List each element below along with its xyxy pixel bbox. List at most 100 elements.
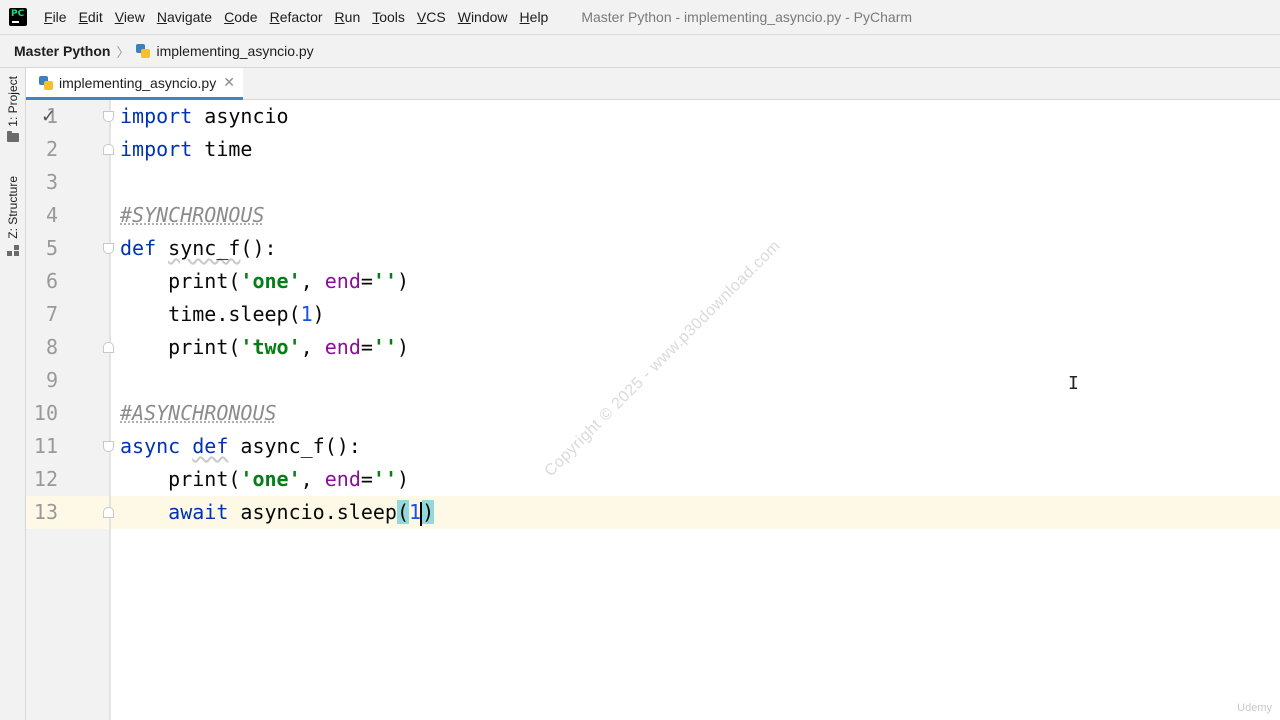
tab-implementing-asyncio[interactable]: implementing_asyncio.py ✕ — [26, 68, 243, 100]
code-token: 'two' — [240, 335, 301, 359]
menu-file[interactable]: File — [39, 9, 72, 25]
menu-vcs[interactable]: VCS — [412, 9, 451, 25]
line-number: 7 — [45, 302, 58, 326]
line-number: 10 — [33, 401, 58, 425]
code-token: ) — [422, 500, 435, 524]
code-line[interactable]: def sync_f(): — [120, 232, 277, 265]
code-token: '' — [372, 335, 397, 359]
code-token: = — [360, 269, 373, 293]
line-number: 8 — [45, 335, 58, 359]
fold-marker[interactable] — [103, 144, 114, 155]
fold-marker[interactable] — [103, 342, 114, 353]
code-line[interactable]: async def async_f(): — [120, 430, 361, 463]
check-icon: ✓ — [41, 106, 57, 127]
fold-marker[interactable] — [103, 243, 114, 254]
code-token: await — [168, 500, 229, 524]
code-token: #ASYNCHRONOUS — [120, 401, 277, 425]
pycharm-logo-icon: PC — [9, 8, 27, 26]
code-token: import — [120, 137, 193, 161]
line-number: 13 — [33, 500, 58, 524]
code-token: async_f(): — [228, 434, 361, 458]
project-tool-button[interactable]: 1: Project — [2, 76, 23, 142]
code-token: , — [300, 269, 325, 293]
editor-tab-bar: implementing_asyncio.py ✕ — [26, 68, 1280, 100]
code-token: #SYNCHRONOUS — [120, 203, 265, 227]
code-line[interactable]: print('one', end='') — [120, 265, 409, 298]
fold-marker[interactable] — [103, 441, 114, 452]
code-token: time — [192, 137, 253, 161]
structure-tool-label: Z: Structure — [5, 176, 20, 239]
left-tool-strip: 1: Project Z: Structure — [0, 68, 26, 720]
line-number: 2 — [45, 137, 58, 161]
menu-window[interactable]: Window — [453, 9, 513, 25]
window-title: Master Python - implementing_asyncio.py … — [581, 9, 913, 25]
code-line[interactable]: await asyncio.sleep(1) — [120, 496, 435, 529]
breadcrumb-project[interactable]: Master Python — [14, 43, 110, 59]
code-token: end — [324, 467, 361, 491]
code-token: 'one' — [240, 467, 301, 491]
code-token: '' — [372, 467, 397, 491]
structure-tool-button[interactable]: Z: Structure — [2, 176, 23, 257]
menu-code[interactable]: Code — [219, 9, 262, 25]
code-token: import — [120, 104, 193, 128]
code-line[interactable]: print('two', end='') — [120, 331, 409, 364]
line-number: 3 — [45, 170, 58, 194]
code-token: asyncio.sleep — [228, 500, 397, 524]
code-token: end — [324, 335, 361, 359]
code-token: time.sleep( — [120, 302, 301, 326]
line-number: 11 — [33, 434, 58, 458]
code-token: print( — [120, 269, 241, 293]
code-token: , — [300, 467, 325, 491]
logo-text: PC — [11, 9, 25, 19]
code-line[interactable]: import time — [120, 133, 252, 166]
code-token: sync_f — [168, 236, 241, 260]
code-line[interactable]: import asyncio — [120, 100, 289, 133]
fold-marker[interactable] — [103, 507, 114, 518]
menu-refactor[interactable]: Refactor — [265, 9, 328, 25]
tab-label: implementing_asyncio.py — [59, 74, 217, 91]
code-token: print( — [120, 335, 241, 359]
code-token: end — [324, 269, 361, 293]
line-number: 5 — [45, 236, 58, 260]
structure-icon — [6, 244, 19, 257]
code-token: ) — [397, 269, 410, 293]
menu-help[interactable]: Help — [515, 9, 554, 25]
code-line[interactable]: #ASYNCHRONOUS — [120, 397, 277, 430]
code-token: def — [120, 236, 157, 260]
python-file-icon — [136, 44, 151, 58]
code-token: '' — [372, 269, 397, 293]
fold-marker[interactable] — [103, 111, 114, 122]
code-token: ) — [397, 467, 410, 491]
code-token: async — [120, 434, 181, 458]
menu-run[interactable]: Run — [330, 9, 366, 25]
menu-view[interactable]: View — [110, 9, 150, 25]
code-token: , — [300, 335, 325, 359]
breadcrumb-file[interactable]: implementing_asyncio.py — [156, 43, 313, 59]
code-token: ) — [397, 335, 410, 359]
menu-navigate[interactable]: Navigate — [152, 9, 217, 25]
menu-bar: PC File Edit View Navigate Code Refactor Run To… — [0, 0, 1280, 35]
code-token: = — [360, 335, 373, 359]
code-line[interactable]: time.sleep(1) — [120, 298, 325, 331]
project-tool-label: 1: Project — [5, 76, 20, 127]
menu-items: File Edit View Navigate Code Refactor Run Tools… — [39, 9, 555, 25]
code-token: print( — [120, 467, 241, 491]
code-line[interactable]: print('one', end='') — [120, 463, 409, 496]
text-cursor-icon: I — [1068, 373, 1079, 394]
code-line[interactable]: #SYNCHRONOUS — [120, 199, 265, 232]
breadcrumb-separator: 〉 — [116, 44, 130, 60]
code-token: ( — [396, 500, 410, 524]
code-token: 'one' — [240, 269, 301, 293]
menu-tools[interactable]: Tools — [367, 9, 410, 25]
menu-edit[interactable]: Edit — [74, 9, 108, 25]
watermark: Copyright © 2025 - www.p30download.com — [541, 237, 784, 480]
code-token: asyncio — [192, 104, 289, 128]
line-number: 9 — [45, 368, 58, 392]
code-token: ) — [312, 302, 325, 326]
udemy-badge: Udemy — [1237, 702, 1272, 714]
close-icon[interactable]: ✕ — [223, 74, 235, 91]
line-number: 4 — [45, 203, 58, 227]
code-token: 1 — [300, 302, 313, 326]
